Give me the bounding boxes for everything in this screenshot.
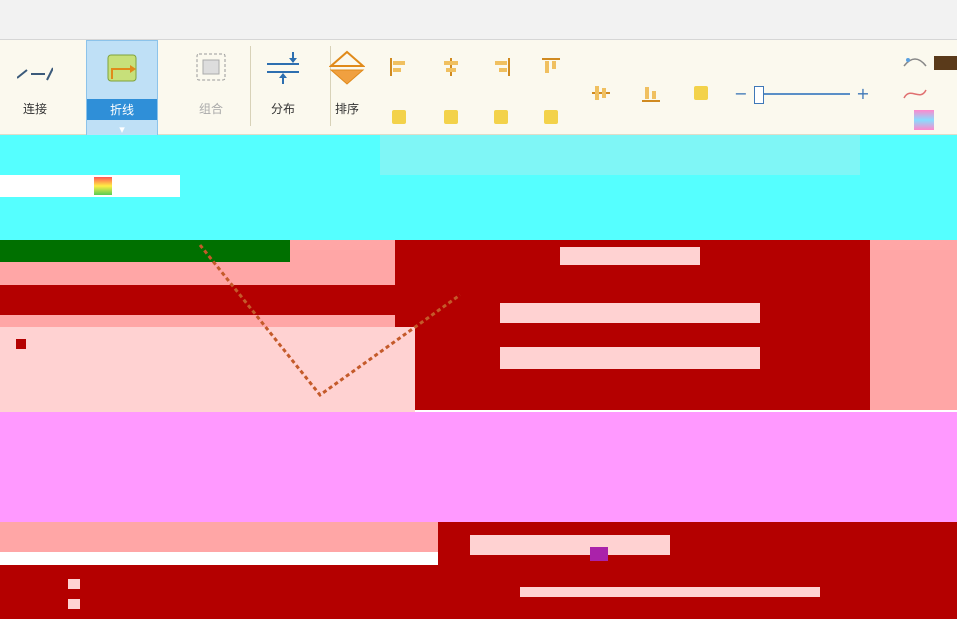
canvas-band [500, 347, 760, 369]
title-bar [0, 0, 957, 40]
distribute-v-icon[interactable] [444, 110, 458, 124]
connector-line-icon [17, 67, 53, 81]
canvas-band [500, 303, 760, 323]
canvas-band [520, 587, 820, 597]
diagram-canvas[interactable] [0, 135, 957, 619]
same-size-icon[interactable] [694, 86, 708, 100]
canvas-band [470, 535, 670, 555]
zoom-slider[interactable]: − + [732, 84, 872, 104]
zoom-in-button[interactable]: + [854, 84, 872, 104]
same-height-icon[interactable] [544, 110, 558, 124]
theme-icon[interactable] [914, 110, 934, 130]
zoom-thumb[interactable] [754, 86, 764, 104]
connection-style-icon[interactable] [902, 52, 928, 72]
canvas-band [380, 135, 860, 175]
align-center-icon[interactable] [440, 56, 462, 78]
align-right-icon[interactable] [490, 56, 512, 78]
arrange-tool-button[interactable]: 排序 [312, 40, 382, 135]
align-left-icon[interactable] [388, 56, 410, 78]
curve-style-icon[interactable] [902, 84, 928, 104]
align-top-icon[interactable] [540, 56, 562, 78]
canvas-band [68, 599, 80, 609]
palette-icon [94, 177, 112, 195]
arrange-icon [329, 50, 365, 85]
arrange-label: 排序 [334, 102, 359, 116]
canvas-band [0, 175, 180, 197]
canvas-band [560, 247, 700, 265]
connector-tool-button[interactable]: 连接 [0, 40, 70, 135]
canvas-band [870, 240, 957, 410]
polyline-icon [107, 54, 137, 82]
group-label: 组合 [198, 102, 223, 116]
zoom-track [754, 93, 850, 95]
canvas-band [590, 547, 608, 561]
distribute-icon [267, 52, 299, 84]
ribbon-toolbar: 连接 折线 ▾ 组合 分布 排序 − + [0, 40, 957, 137]
distribute-h-icon[interactable] [392, 110, 406, 124]
zoom-out-button[interactable]: − [732, 84, 750, 104]
group-icon [196, 53, 226, 81]
canvas-band [16, 339, 26, 349]
polyline-tool-button[interactable]: 折线 ▾ [86, 40, 158, 137]
group-tool-button[interactable]: 组合 [176, 40, 246, 135]
connector-line-shape[interactable] [180, 235, 480, 415]
line-color-swatch[interactable] [934, 56, 957, 70]
distribute-label: 分布 [270, 102, 295, 116]
align-middle-icon[interactable] [590, 82, 612, 104]
canvas-band [68, 579, 80, 589]
distribute-tool-button[interactable]: 分布 [248, 40, 318, 135]
align-bottom-icon[interactable] [640, 82, 662, 104]
same-width-icon[interactable] [494, 110, 508, 124]
polyline-label: 折线 [87, 99, 157, 120]
connector-label: 连接 [22, 102, 47, 116]
canvas-band [0, 412, 957, 522]
